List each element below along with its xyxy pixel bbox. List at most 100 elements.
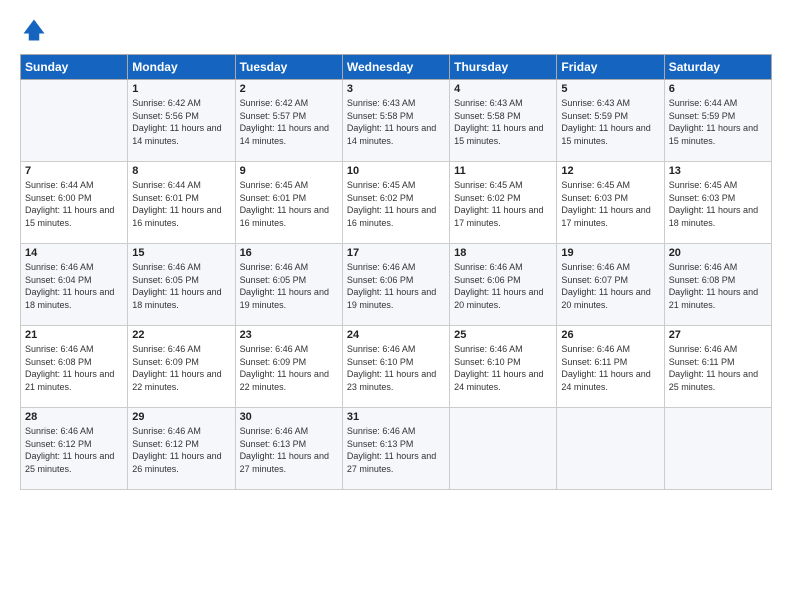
day-number: 10 xyxy=(347,165,445,177)
day-info: Sunrise: 6:46 AMSunset: 6:12 PMDaylight:… xyxy=(132,425,230,475)
day-cell xyxy=(450,408,557,490)
header xyxy=(20,16,772,44)
day-cell: 29 Sunrise: 6:46 AMSunset: 6:12 PMDayligh… xyxy=(128,408,235,490)
day-info: Sunrise: 6:45 AMSunset: 6:02 PMDaylight:… xyxy=(454,179,552,229)
day-info: Sunrise: 6:46 AMSunset: 6:13 PMDaylight:… xyxy=(347,425,445,475)
day-number: 9 xyxy=(240,165,338,177)
day-info: Sunrise: 6:46 AMSunset: 6:06 PMDaylight:… xyxy=(454,261,552,311)
calendar-table: SundayMondayTuesdayWednesdayThursdayFrid… xyxy=(20,54,772,490)
day-number: 17 xyxy=(347,247,445,259)
day-cell: 25Sunrise: 6:46 AMSunset: 6:10 PMDayligh… xyxy=(450,326,557,408)
day-cell: 31 Sunrise: 6:46 AMSunset: 6:13 PMDayligh… xyxy=(342,408,449,490)
day-info: Sunrise: 6:46 AMSunset: 6:08 PMDaylight:… xyxy=(25,343,123,393)
day-cell: 2 Sunrise: 6:42 AMSunset: 5:57 PMDaylight… xyxy=(235,80,342,162)
day-number: 6 xyxy=(669,83,767,95)
day-number: 3 xyxy=(347,83,445,95)
day-info: Sunrise: 6:46 AMSunset: 6:05 PMDaylight:… xyxy=(132,261,230,311)
week-row-1: 7 Sunrise: 6:44 AMSunset: 6:00 PMDaylight… xyxy=(21,162,772,244)
day-number: 29 xyxy=(132,411,230,423)
col-header-friday: Friday xyxy=(557,55,664,80)
day-number: 2 xyxy=(240,83,338,95)
day-cell: 14 Sunrise: 6:46 AMSunset: 6:04 PMDayligh… xyxy=(21,244,128,326)
day-info: Sunrise: 6:46 AMSunset: 6:11 PMDaylight:… xyxy=(669,343,767,393)
day-number: 26 xyxy=(561,329,659,341)
day-info: Sunrise: 6:46 AMSunset: 6:09 PMDaylight:… xyxy=(240,343,338,393)
day-info: Sunrise: 6:46 AMSunset: 6:07 PMDaylight:… xyxy=(561,261,659,311)
day-cell: 3 Sunrise: 6:43 AMSunset: 5:58 PMDaylight… xyxy=(342,80,449,162)
day-cell: 26Sunrise: 6:46 AMSunset: 6:11 PMDayligh… xyxy=(557,326,664,408)
day-number: 24 xyxy=(347,329,445,341)
day-cell: 1 Sunrise: 6:42 AMSunset: 5:56 PMDaylight… xyxy=(128,80,235,162)
day-number: 22 xyxy=(132,329,230,341)
day-info: Sunrise: 6:43 AMSunset: 5:58 PMDaylight:… xyxy=(347,97,445,147)
day-number: 1 xyxy=(132,83,230,95)
week-row-3: 21 Sunrise: 6:46 AMSunset: 6:08 PMDayligh… xyxy=(21,326,772,408)
day-info: Sunrise: 6:42 AMSunset: 5:56 PMDaylight:… xyxy=(132,97,230,147)
day-cell: 6 Sunrise: 6:44 AMSunset: 5:59 PMDaylight… xyxy=(664,80,771,162)
day-info: Sunrise: 6:46 AMSunset: 6:13 PMDaylight:… xyxy=(240,425,338,475)
week-row-2: 14 Sunrise: 6:46 AMSunset: 6:04 PMDayligh… xyxy=(21,244,772,326)
day-info: Sunrise: 6:46 AMSunset: 6:05 PMDaylight:… xyxy=(240,261,338,311)
day-cell: 11 Sunrise: 6:45 AMSunset: 6:02 PMDayligh… xyxy=(450,162,557,244)
day-cell: 21 Sunrise: 6:46 AMSunset: 6:08 PMDayligh… xyxy=(21,326,128,408)
day-info: Sunrise: 6:46 AMSunset: 6:04 PMDaylight:… xyxy=(25,261,123,311)
day-info: Sunrise: 6:44 AMSunset: 6:00 PMDaylight:… xyxy=(25,179,123,229)
day-info: Sunrise: 6:43 AMSunset: 5:59 PMDaylight:… xyxy=(561,97,659,147)
day-cell: 10 Sunrise: 6:45 AMSunset: 6:02 PMDayligh… xyxy=(342,162,449,244)
day-number: 12 xyxy=(561,165,659,177)
logo xyxy=(20,16,52,44)
day-number: 18 xyxy=(454,247,552,259)
day-number: 23 xyxy=(240,329,338,341)
day-number: 11 xyxy=(454,165,552,177)
day-cell: 5Sunrise: 6:43 AMSunset: 5:59 PMDaylight… xyxy=(557,80,664,162)
day-number: 15 xyxy=(132,247,230,259)
logo-icon xyxy=(20,16,48,44)
day-info: Sunrise: 6:44 AMSunset: 6:01 PMDaylight:… xyxy=(132,179,230,229)
day-info: Sunrise: 6:42 AMSunset: 5:57 PMDaylight:… xyxy=(240,97,338,147)
day-cell: 9 Sunrise: 6:45 AMSunset: 6:01 PMDaylight… xyxy=(235,162,342,244)
day-number: 21 xyxy=(25,329,123,341)
day-cell: 22 Sunrise: 6:46 AMSunset: 6:09 PMDayligh… xyxy=(128,326,235,408)
page: SundayMondayTuesdayWednesdayThursdayFrid… xyxy=(0,0,792,612)
day-cell: 23 Sunrise: 6:46 AMSunset: 6:09 PMDayligh… xyxy=(235,326,342,408)
day-cell: 8Sunrise: 6:44 AMSunset: 6:01 PMDaylight… xyxy=(128,162,235,244)
day-info: Sunrise: 6:45 AMSunset: 6:03 PMDaylight:… xyxy=(561,179,659,229)
day-info: Sunrise: 6:43 AMSunset: 5:58 PMDaylight:… xyxy=(454,97,552,147)
day-info: Sunrise: 6:45 AMSunset: 6:01 PMDaylight:… xyxy=(240,179,338,229)
day-info: Sunrise: 6:46 AMSunset: 6:10 PMDaylight:… xyxy=(454,343,552,393)
day-cell: 27 Sunrise: 6:46 AMSunset: 6:11 PMDayligh… xyxy=(664,326,771,408)
day-cell: 24Sunrise: 6:46 AMSunset: 6:10 PMDayligh… xyxy=(342,326,449,408)
day-cell: 15 Sunrise: 6:46 AMSunset: 6:05 PMDayligh… xyxy=(128,244,235,326)
col-header-tuesday: Tuesday xyxy=(235,55,342,80)
day-number: 7 xyxy=(25,165,123,177)
day-number: 19 xyxy=(561,247,659,259)
day-number: 28 xyxy=(25,411,123,423)
day-info: Sunrise: 6:44 AMSunset: 5:59 PMDaylight:… xyxy=(669,97,767,147)
day-info: Sunrise: 6:45 AMSunset: 6:03 PMDaylight:… xyxy=(669,179,767,229)
day-number: 27 xyxy=(669,329,767,341)
day-cell: 17 Sunrise: 6:46 AMSunset: 6:06 PMDayligh… xyxy=(342,244,449,326)
day-number: 13 xyxy=(669,165,767,177)
day-cell: 28 Sunrise: 6:46 AMSunset: 6:12 PMDayligh… xyxy=(21,408,128,490)
day-info: Sunrise: 6:46 AMSunset: 6:06 PMDaylight:… xyxy=(347,261,445,311)
col-header-monday: Monday xyxy=(128,55,235,80)
day-cell: 18 Sunrise: 6:46 AMSunset: 6:06 PMDayligh… xyxy=(450,244,557,326)
day-info: Sunrise: 6:46 AMSunset: 6:12 PMDaylight:… xyxy=(25,425,123,475)
day-cell: 7 Sunrise: 6:44 AMSunset: 6:00 PMDaylight… xyxy=(21,162,128,244)
day-cell: 16Sunrise: 6:46 AMSunset: 6:05 PMDayligh… xyxy=(235,244,342,326)
day-info: Sunrise: 6:46 AMSunset: 6:09 PMDaylight:… xyxy=(132,343,230,393)
day-number: 20 xyxy=(669,247,767,259)
col-header-wednesday: Wednesday xyxy=(342,55,449,80)
day-number: 4 xyxy=(454,83,552,95)
day-cell: 12 Sunrise: 6:45 AMSunset: 6:03 PMDayligh… xyxy=(557,162,664,244)
col-header-thursday: Thursday xyxy=(450,55,557,80)
day-cell xyxy=(557,408,664,490)
day-number: 14 xyxy=(25,247,123,259)
week-row-4: 28 Sunrise: 6:46 AMSunset: 6:12 PMDayligh… xyxy=(21,408,772,490)
header-row: SundayMondayTuesdayWednesdayThursdayFrid… xyxy=(21,55,772,80)
day-number: 30 xyxy=(240,411,338,423)
day-info: Sunrise: 6:45 AMSunset: 6:02 PMDaylight:… xyxy=(347,179,445,229)
day-cell: 19 Sunrise: 6:46 AMSunset: 6:07 PMDayligh… xyxy=(557,244,664,326)
day-number: 31 xyxy=(347,411,445,423)
day-cell: 13 Sunrise: 6:45 AMSunset: 6:03 PMDayligh… xyxy=(664,162,771,244)
